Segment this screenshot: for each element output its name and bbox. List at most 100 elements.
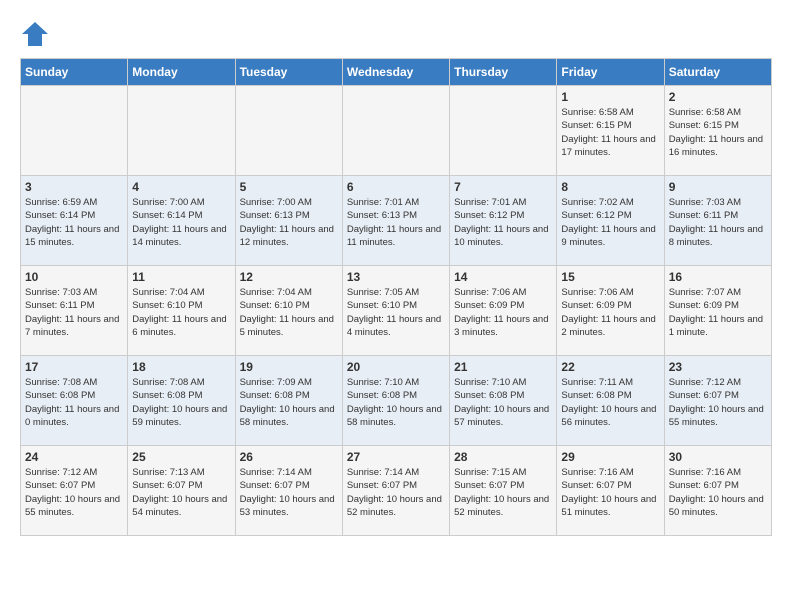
day-number: 22 [561, 360, 659, 374]
header-saturday: Saturday [664, 59, 771, 86]
day-info: Sunrise: 7:10 AM Sunset: 6:08 PM Dayligh… [347, 376, 445, 429]
header-friday: Friday [557, 59, 664, 86]
day-number: 5 [240, 180, 338, 194]
day-number: 28 [454, 450, 552, 464]
calendar-cell: 26 Sunrise: 7:14 AM Sunset: 6:07 PM Dayli… [235, 446, 342, 536]
calendar-cell: 7Sunrise: 7:01 AM Sunset: 6:12 PM Daylig… [450, 176, 557, 266]
header-monday: Monday [128, 59, 235, 86]
calendar-cell: 2 Sunrise: 6:58 AM Sunset: 6:15 PM Daylig… [664, 86, 771, 176]
day-number: 12 [240, 270, 338, 284]
week-row-4: 17 Sunrise: 7:08 AM Sunset: 6:08 PM Dayli… [21, 356, 772, 446]
day-number: 30 [669, 450, 767, 464]
day-info: Sunrise: 7:00 AM Sunset: 6:13 PM Dayligh… [240, 196, 338, 249]
calendar-cell: 14 Sunrise: 7:06 AM Sunset: 6:09 PM Dayli… [450, 266, 557, 356]
header-sunday: Sunday [21, 59, 128, 86]
day-number: 1 [561, 90, 659, 104]
calendar-cell: 23Sunrise: 7:12 AM Sunset: 6:07 PM Dayli… [664, 356, 771, 446]
calendar-cell: 19Sunrise: 7:09 AM Sunset: 6:08 PM Dayli… [235, 356, 342, 446]
day-number: 13 [347, 270, 445, 284]
calendar-cell: 30 Sunrise: 7:16 AM Sunset: 6:07 PM Dayli… [664, 446, 771, 536]
day-info: Sunrise: 7:14 AM Sunset: 6:07 PM Dayligh… [347, 466, 445, 519]
day-number: 25 [132, 450, 230, 464]
day-number: 8 [561, 180, 659, 194]
header-tuesday: Tuesday [235, 59, 342, 86]
day-number: 9 [669, 180, 767, 194]
day-number: 18 [132, 360, 230, 374]
day-info: Sunrise: 7:04 AM Sunset: 6:10 PM Dayligh… [240, 286, 338, 339]
day-number: 10 [25, 270, 123, 284]
calendar-cell [235, 86, 342, 176]
week-row-2: 3 Sunrise: 6:59 AM Sunset: 6:14 PM Daylig… [21, 176, 772, 266]
calendar-cell: 1 Sunrise: 6:58 AM Sunset: 6:15 PM Daylig… [557, 86, 664, 176]
calendar-cell: 4 Sunrise: 7:00 AM Sunset: 6:14 PM Daylig… [128, 176, 235, 266]
day-number: 17 [25, 360, 123, 374]
day-info: Sunrise: 7:07 AM Sunset: 6:09 PM Dayligh… [669, 286, 767, 339]
day-info: Sunrise: 7:08 AM Sunset: 6:08 PM Dayligh… [25, 376, 123, 429]
day-number: 16 [669, 270, 767, 284]
day-number: 27 [347, 450, 445, 464]
day-info: Sunrise: 7:11 AM Sunset: 6:08 PM Dayligh… [561, 376, 659, 429]
header-thursday: Thursday [450, 59, 557, 86]
day-info: Sunrise: 7:04 AM Sunset: 6:10 PM Dayligh… [132, 286, 230, 339]
day-info: Sunrise: 7:09 AM Sunset: 6:08 PM Dayligh… [240, 376, 338, 429]
day-info: Sunrise: 7:02 AM Sunset: 6:12 PM Dayligh… [561, 196, 659, 249]
calendar-cell: 21 Sunrise: 7:10 AM Sunset: 6:08 PM Dayli… [450, 356, 557, 446]
day-info: Sunrise: 7:05 AM Sunset: 6:10 PM Dayligh… [347, 286, 445, 339]
day-number: 11 [132, 270, 230, 284]
calendar-cell [342, 86, 449, 176]
calendar-cell: 29Sunrise: 7:16 AM Sunset: 6:07 PM Dayli… [557, 446, 664, 536]
calendar-cell: 11 Sunrise: 7:04 AM Sunset: 6:10 PM Dayli… [128, 266, 235, 356]
calendar-table: SundayMondayTuesdayWednesdayThursdayFrid… [20, 58, 772, 536]
calendar-cell: 5 Sunrise: 7:00 AM Sunset: 6:13 PM Daylig… [235, 176, 342, 266]
day-info: Sunrise: 7:06 AM Sunset: 6:09 PM Dayligh… [454, 286, 552, 339]
week-row-5: 24Sunrise: 7:12 AM Sunset: 6:07 PM Dayli… [21, 446, 772, 536]
weekday-header-row: SundayMondayTuesdayWednesdayThursdayFrid… [21, 59, 772, 86]
calendar-cell [128, 86, 235, 176]
logo [20, 20, 54, 48]
day-info: Sunrise: 7:03 AM Sunset: 6:11 PM Dayligh… [669, 196, 767, 249]
calendar-cell: 16 Sunrise: 7:07 AM Sunset: 6:09 PM Dayli… [664, 266, 771, 356]
day-number: 21 [454, 360, 552, 374]
logo-icon [20, 20, 50, 48]
day-info: Sunrise: 7:06 AM Sunset: 6:09 PM Dayligh… [561, 286, 659, 339]
day-info: Sunrise: 6:58 AM Sunset: 6:15 PM Dayligh… [669, 106, 767, 159]
day-info: Sunrise: 7:03 AM Sunset: 6:11 PM Dayligh… [25, 286, 123, 339]
calendar-cell: 12 Sunrise: 7:04 AM Sunset: 6:10 PM Dayli… [235, 266, 342, 356]
calendar-cell: 27 Sunrise: 7:14 AM Sunset: 6:07 PM Dayli… [342, 446, 449, 536]
calendar-cell: 25Sunrise: 7:13 AM Sunset: 6:07 PM Dayli… [128, 446, 235, 536]
calendar-cell [450, 86, 557, 176]
calendar-cell: 8 Sunrise: 7:02 AM Sunset: 6:12 PM Daylig… [557, 176, 664, 266]
day-info: Sunrise: 7:00 AM Sunset: 6:14 PM Dayligh… [132, 196, 230, 249]
calendar-cell: 18 Sunrise: 7:08 AM Sunset: 6:08 PM Dayli… [128, 356, 235, 446]
calendar-cell [21, 86, 128, 176]
day-number: 23 [669, 360, 767, 374]
day-info: Sunrise: 7:10 AM Sunset: 6:08 PM Dayligh… [454, 376, 552, 429]
page-header [20, 20, 772, 48]
day-info: Sunrise: 7:16 AM Sunset: 6:07 PM Dayligh… [669, 466, 767, 519]
calendar-cell: 15Sunrise: 7:06 AM Sunset: 6:09 PM Dayli… [557, 266, 664, 356]
day-number: 6 [347, 180, 445, 194]
day-info: Sunrise: 7:12 AM Sunset: 6:07 PM Dayligh… [25, 466, 123, 519]
day-number: 26 [240, 450, 338, 464]
calendar-cell: 28 Sunrise: 7:15 AM Sunset: 6:07 PM Dayli… [450, 446, 557, 536]
calendar-cell: 10 Sunrise: 7:03 AM Sunset: 6:11 PM Dayli… [21, 266, 128, 356]
calendar-cell: 6 Sunrise: 7:01 AM Sunset: 6:13 PM Daylig… [342, 176, 449, 266]
calendar-cell: 17 Sunrise: 7:08 AM Sunset: 6:08 PM Dayli… [21, 356, 128, 446]
day-number: 2 [669, 90, 767, 104]
day-info: Sunrise: 6:59 AM Sunset: 6:14 PM Dayligh… [25, 196, 123, 249]
day-number: 3 [25, 180, 123, 194]
day-info: Sunrise: 7:01 AM Sunset: 6:13 PM Dayligh… [347, 196, 445, 249]
day-info: Sunrise: 6:58 AM Sunset: 6:15 PM Dayligh… [561, 106, 659, 159]
day-info: Sunrise: 7:01 AM Sunset: 6:12 PM Dayligh… [454, 196, 552, 249]
header-wednesday: Wednesday [342, 59, 449, 86]
day-number: 29 [561, 450, 659, 464]
week-row-1: 1 Sunrise: 6:58 AM Sunset: 6:15 PM Daylig… [21, 86, 772, 176]
day-number: 4 [132, 180, 230, 194]
day-number: 14 [454, 270, 552, 284]
calendar-cell: 3 Sunrise: 6:59 AM Sunset: 6:14 PM Daylig… [21, 176, 128, 266]
day-info: Sunrise: 7:08 AM Sunset: 6:08 PM Dayligh… [132, 376, 230, 429]
day-info: Sunrise: 7:14 AM Sunset: 6:07 PM Dayligh… [240, 466, 338, 519]
day-info: Sunrise: 7:15 AM Sunset: 6:07 PM Dayligh… [454, 466, 552, 519]
day-number: 20 [347, 360, 445, 374]
calendar-cell: 24Sunrise: 7:12 AM Sunset: 6:07 PM Dayli… [21, 446, 128, 536]
